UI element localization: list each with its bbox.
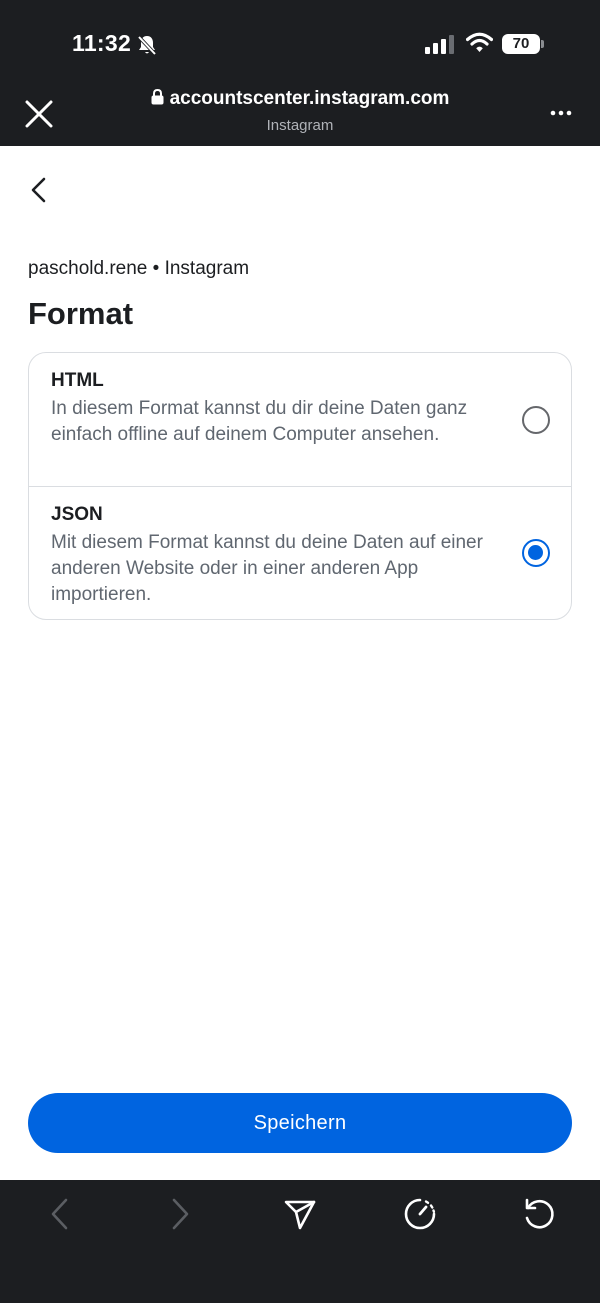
radio-selected[interactable] [522, 539, 550, 567]
back-arrow-icon[interactable] [40, 1194, 80, 1234]
back-chevron-icon[interactable] [28, 176, 50, 204]
browser-toolbar [0, 1180, 600, 1303]
format-options-card: HTML In diesem Format kannst du dir dein… [28, 352, 572, 620]
page-title: Format [28, 296, 134, 331]
url-text: accountscenter.instagram.com [169, 88, 450, 109]
status-bar: 11:32 70 [0, 0, 600, 85]
refresh-icon[interactable] [519, 1194, 559, 1234]
share-icon[interactable] [280, 1194, 320, 1234]
option-description: In diesem Format kannst du dir deine Dat… [51, 398, 468, 445]
lock-icon [151, 89, 164, 105]
wifi-icon [466, 32, 493, 52]
url-bar[interactable]: accountscenter.instagram.com [0, 88, 600, 110]
battery-icon: 70 [502, 34, 544, 54]
browser-header: accountscenter.instagram.com Instagram [0, 85, 600, 146]
signal-icon [425, 35, 454, 54]
radio-unselected[interactable] [522, 406, 550, 434]
site-name: Instagram [266, 117, 334, 134]
speed-icon[interactable] [400, 1194, 440, 1234]
format-option-html[interactable]: HTML In diesem Format kannst du dir dein… [29, 353, 571, 486]
save-button[interactable]: Speichern [28, 1093, 572, 1153]
account-line: paschold.rene • Instagram [28, 258, 250, 279]
silent-bell-icon [137, 35, 157, 56]
option-title: JSON [51, 504, 103, 525]
option-title: HTML [51, 370, 104, 391]
format-option-json[interactable]: JSON Mit diesem Format kannst du deine D… [29, 487, 571, 619]
battery-level: 70 [502, 34, 540, 54]
radio-dot [528, 545, 543, 560]
status-time: 11:32 [72, 30, 132, 56]
battery-tip [541, 40, 544, 48]
option-description: Mit diesem Format kannst du deine Daten … [51, 532, 483, 605]
forward-arrow-icon[interactable] [160, 1194, 200, 1234]
more-icon[interactable] [550, 109, 572, 117]
